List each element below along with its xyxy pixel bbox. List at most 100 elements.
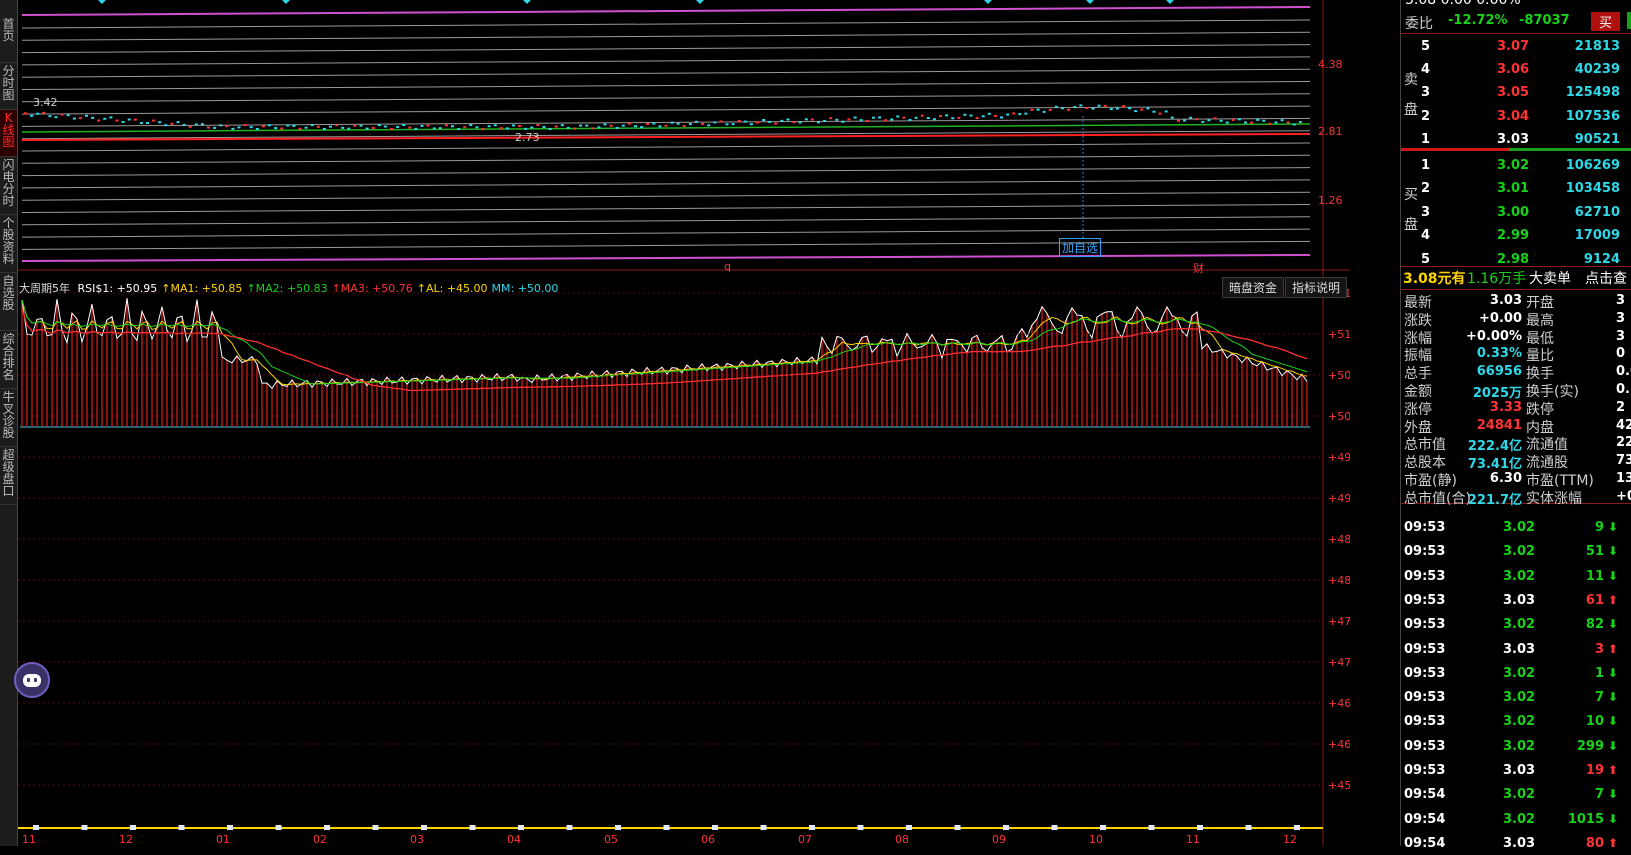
nav-super-panel[interactable]: 超级盘口 xyxy=(0,447,17,505)
tick-time: 09:53 xyxy=(1404,690,1446,706)
nav-watchlist[interactable]: 自选股 xyxy=(0,273,17,331)
sell-level-row[interactable]: 2 3.04 107536 xyxy=(1401,106,1631,128)
stat-value: 0.1 xyxy=(1616,382,1631,397)
stat-row: 总股本73.41亿流通股73.4 xyxy=(1401,452,1631,472)
timeline-tick xyxy=(1197,825,1203,830)
nav-flash-timeshare[interactable]: 闪电分时 xyxy=(0,157,17,215)
kline-candle xyxy=(737,119,741,122)
kline-candle xyxy=(548,127,552,130)
kline-candle xyxy=(1030,108,1034,111)
sell-level-row[interactable]: 5 3.07 21813 xyxy=(1401,36,1631,58)
book-volume: 9124 xyxy=(1583,251,1620,267)
tick-time: 09:54 xyxy=(1404,835,1446,851)
month-label: 03 xyxy=(410,833,424,846)
stat-value: +0.0 xyxy=(1616,488,1631,504)
kline-candle xyxy=(890,118,894,121)
kline-candle xyxy=(682,125,686,128)
tick-time: 09:53 xyxy=(1404,665,1446,681)
sell-level-row[interactable]: 1 3.03 90521 xyxy=(1401,129,1631,151)
rsi-period-label[interactable]: 大周期5年 xyxy=(19,282,70,295)
add-watch-button[interactable]: 加自选 xyxy=(1059,238,1102,257)
timeline-tick xyxy=(227,825,233,830)
timeline-tick xyxy=(663,825,670,830)
kline-candle xyxy=(463,126,467,129)
tick-row: 09:54 3.02 7 ⬇ xyxy=(1401,784,1631,806)
book-level: 3 xyxy=(1421,204,1431,220)
kline-candle xyxy=(981,115,985,118)
buy-level-row[interactable]: 5 2.98 9124 xyxy=(1401,249,1631,271)
marker-finance[interactable]: 财 xyxy=(1193,260,1204,276)
book-level: 2 xyxy=(1421,181,1431,197)
buy-level-row[interactable]: 2 3.01 103458 xyxy=(1401,178,1631,200)
kline-candle xyxy=(792,121,796,124)
buy-level-row[interactable]: 1 3.02 106269 xyxy=(1401,155,1631,177)
tick-time: 09:53 xyxy=(1404,738,1446,754)
channel-line xyxy=(21,81,1311,90)
tick-price: 3.03 xyxy=(1503,641,1536,657)
nav-ranking[interactable]: 综合排名 xyxy=(0,331,17,389)
tick-row: 09:54 3.03 80 ⬆ xyxy=(1401,833,1631,855)
quote-top-partial: 3.08 0.00 0.00% xyxy=(1405,0,1521,8)
sell-level-row[interactable]: 4 3.06 40239 xyxy=(1401,59,1631,81)
kline-candle xyxy=(1268,122,1272,125)
nav-home[interactable]: 首页 xyxy=(0,16,17,63)
nav-kline[interactable]: K线图 xyxy=(0,110,17,157)
book-price: 3.03 xyxy=(1497,131,1530,147)
book-volume: 106269 xyxy=(1565,158,1620,173)
sell-level-row[interactable]: 3 3.05 125498 xyxy=(1401,82,1631,104)
kline-top-marker xyxy=(696,0,704,4)
kline-candle xyxy=(347,127,351,130)
kline-candle xyxy=(213,126,217,129)
nav-bull-diagnosis[interactable]: 牛叉诊股 xyxy=(0,389,17,447)
kline-candle xyxy=(505,127,509,130)
rsi-legend-item: ↑MA3: +50.76 xyxy=(331,282,413,295)
kline-candle xyxy=(371,126,375,129)
kline-candle xyxy=(243,124,247,127)
kline-candle xyxy=(987,112,991,115)
kline-candle xyxy=(1073,106,1077,109)
tick-row: 09:53 3.02 51 ⬇ xyxy=(1401,541,1631,563)
tick-volume: 61 xyxy=(1585,592,1604,608)
month-label: 11 xyxy=(1186,833,1200,846)
buy-button[interactable]: 买 xyxy=(1591,12,1621,31)
timeline-tick xyxy=(566,825,573,830)
kline-candle xyxy=(969,114,973,117)
nav-timeshare[interactable]: 分时图 xyxy=(0,63,17,110)
kline-candle xyxy=(91,116,95,119)
kline-candle xyxy=(615,126,619,129)
indicator-desc-button[interactable]: 指标说明 xyxy=(1285,277,1348,298)
kline-candle xyxy=(48,115,52,118)
tick-price: 3.02 xyxy=(1503,787,1536,803)
kline-candle xyxy=(310,124,314,127)
rsi-axis-label: +49.13 xyxy=(1328,492,1350,505)
buy-level-row[interactable]: 3 3.00 62710 xyxy=(1401,202,1631,224)
month-label: 01 xyxy=(216,833,230,846)
buy-level-row[interactable]: 4 2.99 17009 xyxy=(1401,225,1631,247)
kline-candle xyxy=(908,118,912,121)
kline-candle xyxy=(676,122,680,125)
kline-candle xyxy=(30,114,34,117)
stat-value: 3 xyxy=(1616,310,1626,326)
kline-candle xyxy=(97,119,101,122)
kline-candle xyxy=(444,124,448,127)
arrow-up-icon: ⬆ xyxy=(1607,763,1618,777)
channel-line xyxy=(21,68,1311,78)
book-price: 3.07 xyxy=(1497,39,1530,54)
kline-candle xyxy=(72,117,76,120)
book-volume: 21813 xyxy=(1574,39,1620,54)
kline-price-label: 2.81 xyxy=(1318,125,1343,138)
kline-candle xyxy=(725,123,729,126)
kline-chart-area[interactable]: +51.70+51.19+50.67+50.16+49.64+49.13+48.… xyxy=(18,0,1350,846)
kline-candle xyxy=(798,121,802,124)
month-label: 04 xyxy=(507,833,521,846)
assistant-robot-icon[interactable] xyxy=(14,662,50,698)
arrow-down-icon: ⬇ xyxy=(1607,544,1618,559)
big-order-row[interactable]: 3.08元有 1.16万手 大卖单 点击查 xyxy=(1401,268,1631,290)
sell-button[interactable] xyxy=(1627,12,1631,29)
nav-stock-profile[interactable]: 个股资料 xyxy=(0,215,17,273)
kline-candle xyxy=(133,118,137,121)
marker-q[interactable]: q xyxy=(724,260,731,273)
dark-fund-button[interactable]: 暗盘资金 xyxy=(1222,277,1285,298)
kline-candle xyxy=(871,116,875,119)
stat-value: 73.4 xyxy=(1616,453,1631,469)
